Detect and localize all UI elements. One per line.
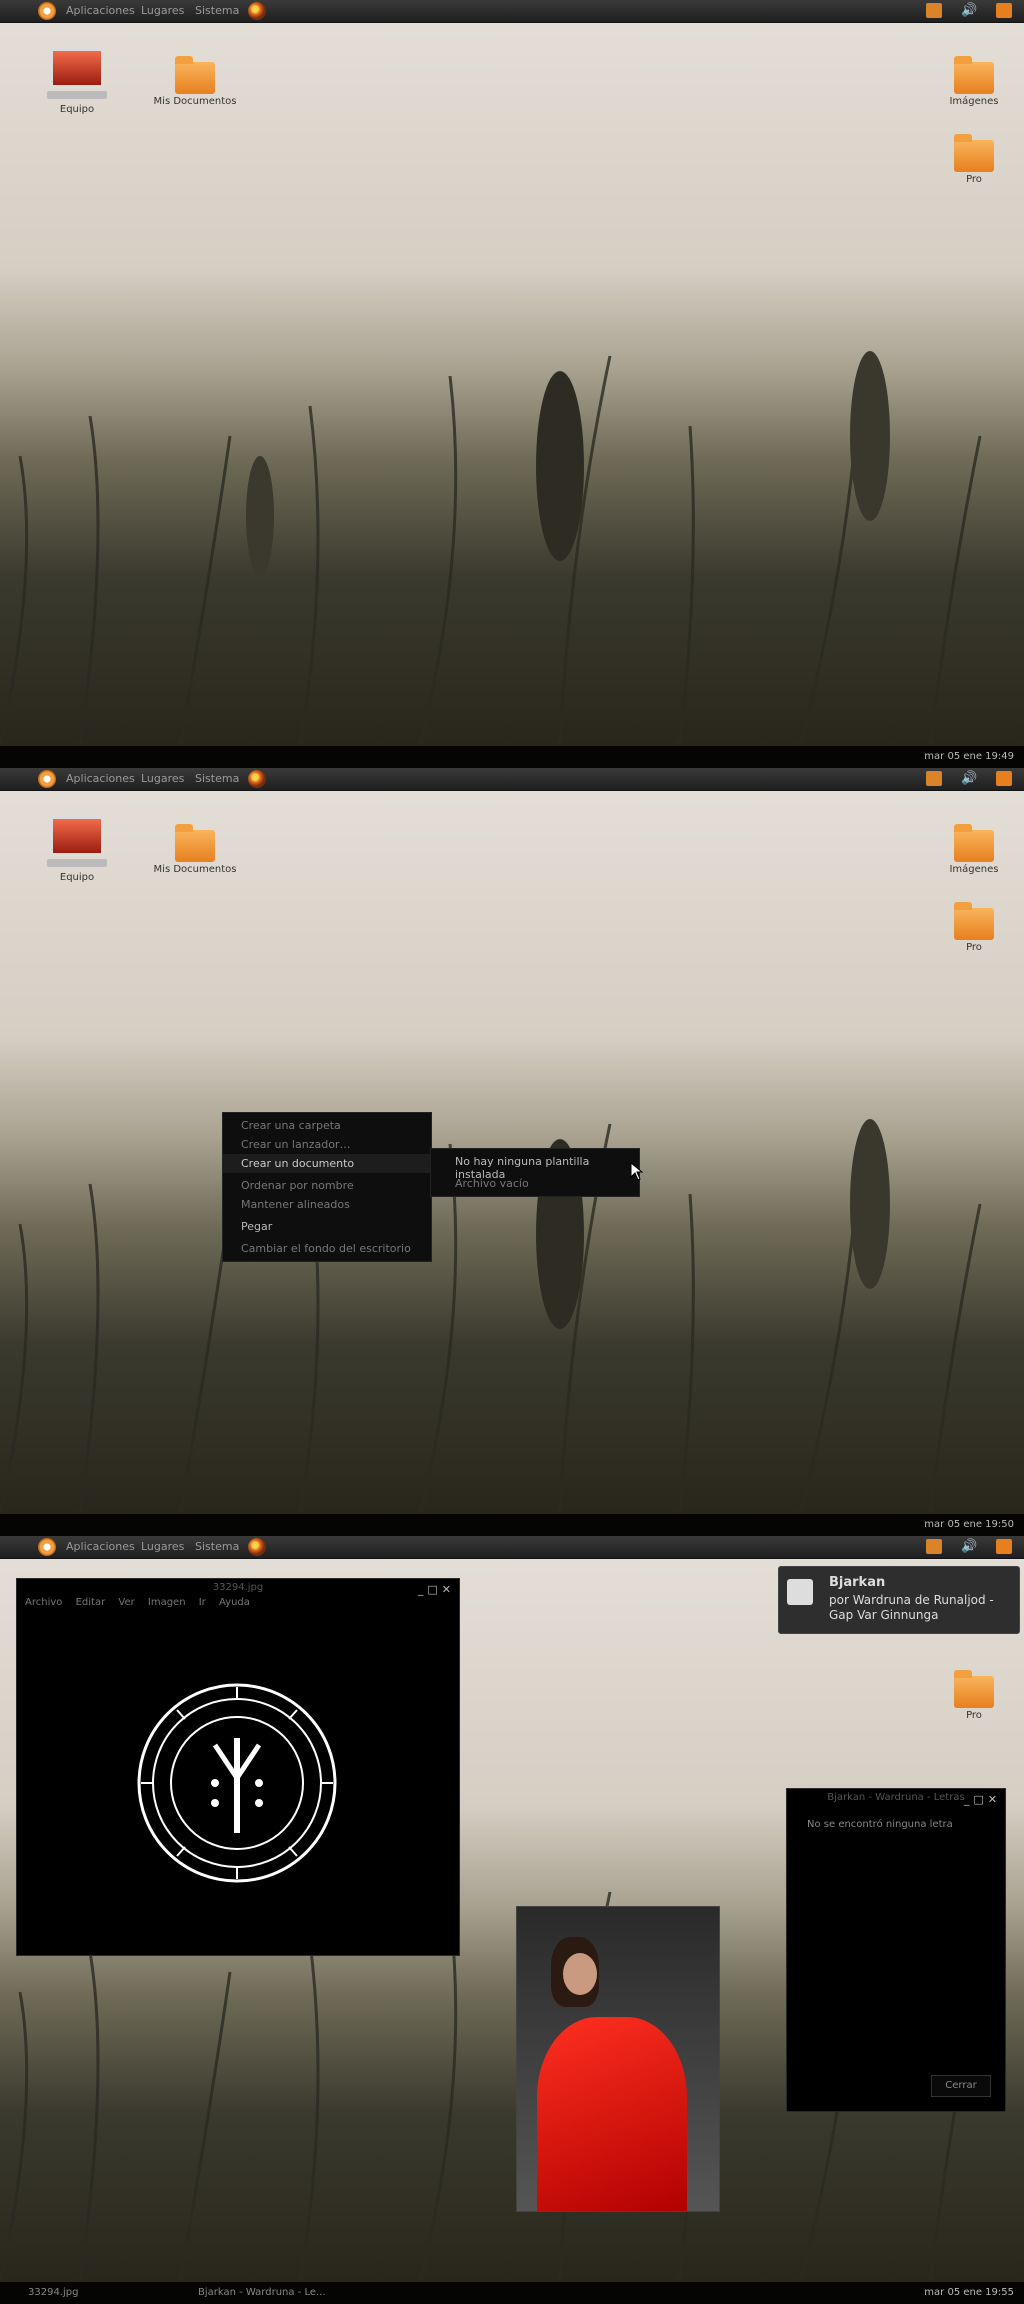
update-icon[interactable] [926,1539,942,1554]
menu-item-cambiar-fondo[interactable]: Cambiar el fondo del escritorio [223,1239,431,1258]
menu-aplicaciones[interactable]: Aplicaciones [66,4,135,17]
volume-icon[interactable]: 🔊 [961,3,977,18]
volume-icon[interactable]: 🔊 [961,771,977,786]
menu-sistema[interactable]: Sistema [195,4,239,17]
lyrics-message: No se encontró ninguna letra [807,1819,953,1830]
clock[interactable]: mar 05 ene 19:49 [924,751,1014,762]
song-notification[interactable]: Bjarkan por Wardruna de Runaljod - Gap V… [778,1566,1020,1634]
menu-archivo[interactable]: Archivo [25,1597,62,1608]
menu-item-pegar[interactable]: Pegar [223,1217,431,1236]
mouse-cursor-icon [630,1162,644,1181]
pro-folder-icon[interactable]: Pro [929,134,1019,185]
bottom-panel: mar 05 ene 19:50 [0,1514,1024,1536]
menu-aplicaciones[interactable]: Aplicaciones [66,1540,135,1553]
documento-submenu: No hay ninguna plantilla instalada Archi… [430,1148,640,1197]
desktop-screen-2: Aplicaciones Lugares Sistema 🔊 Equipo Mi… [0,768,1024,1536]
mis-documentos-icon[interactable]: Mis Documentos [150,824,240,875]
menu-imagen[interactable]: Imagen [148,1597,186,1608]
top-panel: Aplicaciones Lugares Sistema 🔊 [0,768,1024,791]
menu-aplicaciones[interactable]: Aplicaciones [66,772,135,785]
update-icon[interactable] [926,771,942,786]
bottom-panel: mar 05 ene 19:49 [0,746,1024,768]
mis-documentos-icon[interactable]: Mis Documentos [150,56,240,107]
menu-item-mantener-alineados[interactable]: Mantener alineados [223,1195,431,1214]
cerrar-button[interactable]: Cerrar [931,2075,991,2097]
music-icon [787,1579,813,1605]
taskbar: 33294.jpg Bjarkan - Wardruna - Le... mar… [0,2282,1024,2304]
submenu-item-archivo-vacio[interactable]: Archivo vacío [431,1174,639,1193]
taskbar-item-image-viewer[interactable]: 33294.jpg [28,2287,78,2298]
menu-sistema[interactable]: Sistema [195,1540,239,1553]
submenu-item-no-plantillas: No hay ninguna plantilla instalada [455,1155,590,1181]
notification-body: por Wardruna de Runaljod - Gap Var Ginnu… [829,1593,994,1622]
volume-icon[interactable]: 🔊 [961,1539,977,1554]
photo-face [563,1953,597,1995]
menu-editar[interactable]: Editar [76,1597,106,1608]
menu-ver[interactable]: Ver [118,1597,134,1608]
lyrics-window: Bjarkan - Wardruna - Letras _□✕ No se en… [786,1788,1006,2112]
menu-sistema[interactable]: Sistema [195,772,239,785]
update-icon[interactable] [926,3,942,18]
equipo-icon[interactable]: Equipo [32,816,122,883]
ubuntu-logo-icon[interactable] [38,770,56,788]
window-titlebar[interactable]: 33294.jpg _□✕ [17,1579,459,1597]
window-title: 33294.jpg [212,1582,264,1593]
ubuntu-logo-icon[interactable] [38,1538,56,1556]
firefox-icon[interactable] [248,770,266,788]
menu-item-ordenar[interactable]: Ordenar por nombre [223,1176,431,1195]
firefox-icon[interactable] [248,2,266,20]
rune-circle-image [137,1683,337,1883]
menu-ir[interactable]: Ir [199,1597,206,1608]
top-panel: Aplicaciones Lugares Sistema 🔊 [0,0,1024,23]
clock[interactable]: mar 05 ene 19:50 [924,1519,1014,1530]
equipo-icon[interactable]: Equipo [32,48,122,115]
notification-title: Bjarkan [829,1575,886,1590]
logout-icon[interactable] [996,771,1012,786]
desktop-screen-1: Aplicaciones Lugares Sistema 🔊 Equipo Mi… [0,0,1024,768]
photo-red-robe [537,2017,687,2211]
menu-lugares[interactable]: Lugares [141,1540,184,1553]
pro-folder-icon[interactable]: Pro [929,902,1019,953]
logout-icon[interactable] [996,3,1012,18]
menu-lugares[interactable]: Lugares [141,772,184,785]
wheat-field-background [0,351,982,746]
taskbar-item-lyrics[interactable]: Bjarkan - Wardruna - Le... [198,2287,326,2298]
firefox-icon[interactable] [248,1538,266,1556]
pro-folder-icon[interactable]: Pro [929,1670,1019,1721]
image-viewer-window: 33294.jpg _□✕ Archivo Editar Ver Imagen … [16,1578,460,1956]
ubuntu-logo-icon[interactable] [38,2,56,20]
top-panel: Aplicaciones Lugares Sistema 🔊 [0,1536,1024,1559]
window-controls[interactable]: _□✕ [418,1581,455,1599]
viewer-menubar: Archivo Editar Ver Imagen Ir Ayuda [17,1597,459,1615]
desktop-context-menu: Crear una carpeta Crear un lanzador… Cre… [222,1112,432,1262]
imagenes-folder-icon[interactable]: Imágenes [929,56,1019,107]
menu-item-crear-carpeta[interactable]: Crear una carpeta [223,1116,431,1135]
logout-icon[interactable] [996,1539,1012,1554]
menu-ayuda[interactable]: Ayuda [219,1597,250,1608]
window-titlebar[interactable]: Bjarkan - Wardruna - Letras _□✕ [787,1789,1005,1807]
photo-widget[interactable] [516,1906,720,2212]
menu-item-crear-lanzador[interactable]: Crear un lanzador… [223,1135,431,1154]
menu-lugares[interactable]: Lugares [141,4,184,17]
imagenes-folder-icon[interactable]: Imágenes [929,824,1019,875]
desktop-screen-3: Aplicaciones Lugares Sistema 🔊 Pro 33294… [0,1536,1024,2304]
menu-item-crear-documento[interactable]: Crear un documento [223,1154,431,1173]
window-title: Bjarkan - Wardruna - Letras [827,1792,965,1803]
window-controls[interactable]: _□✕ [964,1791,1001,1809]
clock[interactable]: mar 05 ene 19:55 [924,2287,1014,2298]
